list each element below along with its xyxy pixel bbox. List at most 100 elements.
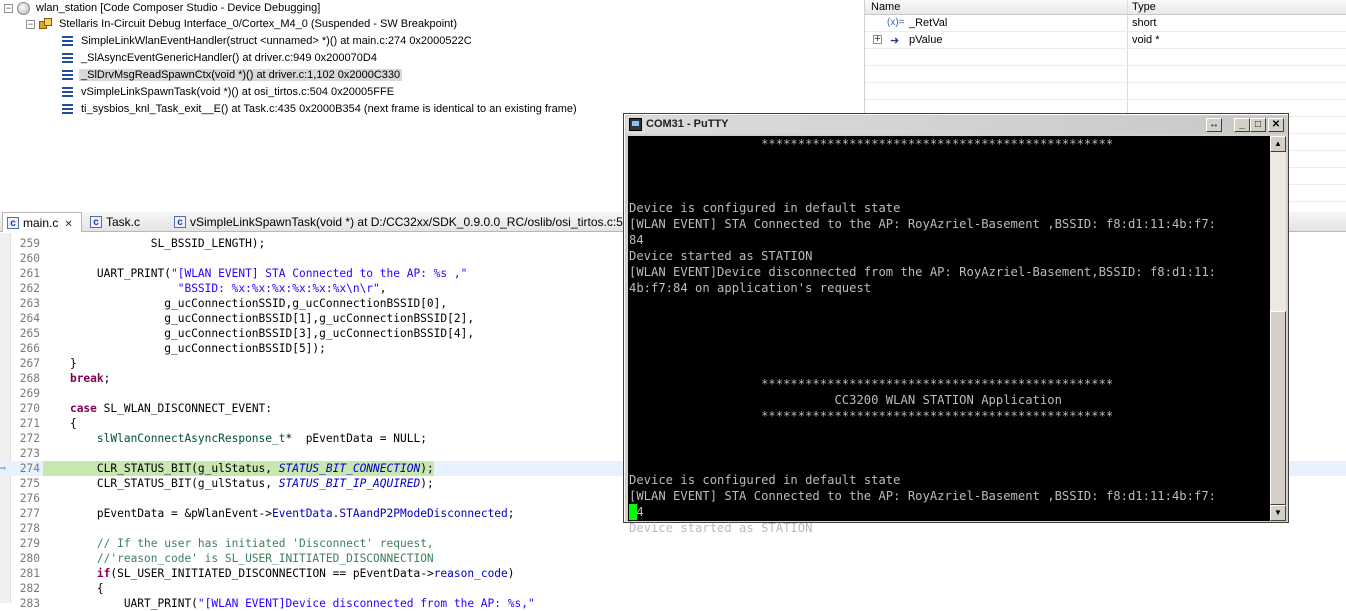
variable-type: void *: [1132, 34, 1160, 46]
terminal-line: 84: [629, 233, 644, 247]
code-text: if(SL_USER_INITIATED_DISCONNECTION == pE…: [96, 567, 515, 580]
stack-frame-label: vSimpleLinkSpawnTask(void *)() at osi_ti…: [81, 86, 395, 98]
close-button[interactable]: ✕: [1268, 118, 1284, 132]
c-file-icon: c: [174, 216, 186, 228]
column-header-name[interactable]: Name: [871, 1, 900, 13]
minimize-button[interactable]: _: [1234, 118, 1250, 132]
stack-frame[interactable]: SimpleLinkWlanEventHandler(struct <unnam…: [62, 33, 474, 50]
line-number: 273: [19, 447, 40, 460]
expand-icon[interactable]: +: [873, 34, 882, 45]
code-text: {: [43, 582, 104, 595]
pointer-variable-icon: ➜: [890, 35, 900, 47]
scroll-down-icon[interactable]: ▼: [1270, 505, 1286, 521]
terminal-line: [WLAN EVENT] STA Connected to the AP: Ro…: [629, 217, 1216, 231]
terminal-cursor: [629, 504, 637, 520]
code-text: g_ucConnectionBSSID[3],g_ucConnectionBSS…: [43, 327, 475, 340]
terminal-screen[interactable]: ****************************************…: [628, 136, 1270, 535]
collapse-icon[interactable]: −: [26, 19, 35, 29]
code-line[interactable]: 280 //'reason_code' is SL_USER_INITIATED…: [0, 551, 1346, 566]
putty-title: COM31 - PuTTY: [646, 118, 729, 130]
code-line[interactable]: 281 if(SL_USER_INITIATED_DISCONNECTION =…: [0, 566, 1346, 581]
variable-type: short: [1132, 17, 1157, 29]
c-file-icon: c: [90, 216, 102, 228]
code-text: SL_BSSID_LENGTH);: [43, 237, 266, 250]
resize-button[interactable]: ↔: [1206, 118, 1222, 132]
local-variable-icon: (x)=: [887, 17, 905, 28]
debug-session-icon: [17, 1, 30, 15]
code-line[interactable]: 279 // If the user has initiated 'Discon…: [0, 536, 1346, 551]
thread-icon: [39, 18, 53, 30]
scrollbar-thumb[interactable]: [1270, 311, 1286, 505]
variable-row[interactable]: + ➜ pValue void *: [865, 32, 1346, 49]
putty-title-bar[interactable]: COM31 - PuTTY ↔ _ □ ✕: [626, 116, 1286, 134]
line-number: 279: [19, 537, 40, 550]
tab-main-c[interactable]: c main.c ✕: [2, 212, 82, 232]
line-number: 276: [19, 492, 40, 505]
terminal-line: [WLAN EVENT]Device disconnected from the…: [629, 265, 1216, 279]
variable-name: pValue: [909, 34, 943, 46]
code-text: UART_PRINT("[WLAN EVENT]Device disconnec…: [43, 597, 535, 610]
code-text: g_ucConnectionBSSID[1],g_ucConnectionBSS…: [43, 312, 475, 325]
collapse-icon[interactable]: −: [4, 3, 13, 13]
stack-frame-icon: [62, 87, 73, 98]
terminal-scrollbar[interactable]: ▲ ▼: [1270, 136, 1286, 521]
line-number: 278: [19, 522, 40, 535]
code-text: break;: [69, 372, 111, 385]
line-number: 268: [19, 372, 40, 385]
code-line[interactable]: 282 {: [0, 581, 1346, 596]
terminal-line: ****************************************…: [629, 409, 1114, 423]
code-text: }: [43, 357, 77, 370]
variable-row[interactable]: (x)= _RetVal short: [865, 15, 1346, 32]
line-number: 271: [19, 417, 40, 430]
putty-window: COM31 - PuTTY ↔ _ □ ✕ ******************…: [623, 113, 1289, 535]
tab-task-c[interactable]: c Task.c: [86, 212, 166, 232]
tab-label: vSimpleLinkSpawnTask(void *) at D:/CC32x…: [190, 215, 625, 229]
instruction-pointer-icon: ⇨: [0, 463, 7, 474]
stack-frame-label: ti_sysbios_knl_Task_exit__E() at Task.c:…: [81, 103, 577, 115]
variable-row-empty: [865, 83, 1346, 100]
maximize-button[interactable]: □: [1250, 118, 1266, 132]
code-text: {: [43, 417, 77, 430]
variable-row-empty: [865, 49, 1346, 66]
tab-label: main.c: [23, 216, 59, 230]
terminal-line: ****************************************…: [629, 377, 1114, 391]
variable-row-empty: [865, 66, 1346, 83]
stack-frame-selected[interactable]: _SlDrvMsgReadSpawnCtx(void *)() at drive…: [62, 67, 403, 84]
line-number: 259: [19, 237, 40, 250]
code-text: pEventData = &pWlanEvent->EventData.STAa…: [43, 507, 515, 520]
code-text: g_ucConnectionSSID,g_ucConnectionBSSID[0…: [43, 297, 448, 310]
code-text: case SL_WLAN_DISCONNECT_EVENT:: [69, 402, 273, 415]
code-text: //'reason_code' is SL_USER_INITIATED_DIS…: [96, 552, 434, 565]
debug-session-node[interactable]: − wlan_station [Code Composer Studio - De…: [4, 0, 322, 17]
line-number: 261: [19, 267, 40, 280]
tab-label: Task.c: [106, 215, 141, 229]
code-line[interactable]: 283 UART_PRINT("[WLAN EVENT]Device disco…: [0, 596, 1346, 611]
stack-frame-icon: [62, 53, 73, 64]
code-text: slWlanConnectAsyncResponse_t* pEventData…: [96, 432, 427, 445]
line-number: 275: [19, 477, 40, 490]
scroll-up-icon[interactable]: ▲: [1270, 136, 1286, 152]
stack-frame[interactable]: _SlAsyncEventGenericHandler() at driver.…: [62, 50, 379, 67]
tab-osi-tirtos[interactable]: c vSimpleLinkSpawnTask(void *) at D:/CC3…: [170, 212, 625, 232]
line-number: 269: [19, 387, 40, 400]
stack-frame[interactable]: ti_sysbios_knl_Task_exit__E() at Task.c:…: [62, 101, 579, 118]
variables-header: Name Type: [865, 0, 1346, 15]
code-text: UART_PRINT("[WLAN EVENT] STA Connected t…: [43, 267, 468, 280]
c-file-icon: c: [7, 217, 19, 229]
line-number: 263: [19, 297, 40, 310]
stack-frame-label: _SlDrvMsgReadSpawnCtx(void *)() at drive…: [79, 69, 403, 81]
line-number: 267: [19, 357, 40, 370]
terminal-line: Device is configured in default state: [629, 201, 901, 215]
stack-frame-icon: [62, 104, 73, 115]
column-header-type[interactable]: Type: [1132, 1, 1156, 13]
close-icon[interactable]: ✕: [64, 219, 72, 230]
line-number: 260: [19, 252, 40, 265]
thread-node[interactable]: − Stellaris In-Circuit Debug Interface_0/…: [26, 16, 459, 33]
terminal-line: 4b:f7:84 on application's request: [629, 281, 872, 295]
stack-frame[interactable]: vSimpleLinkSpawnTask(void *)() at osi_ti…: [62, 84, 396, 101]
debug-session-label: wlan_station [Code Composer Studio - Dev…: [36, 2, 321, 14]
line-number: 283: [19, 597, 40, 610]
stack-frame-label: SimpleLinkWlanEventHandler(struct <unnam…: [81, 35, 472, 47]
terminal-line: Device started as STATION: [629, 521, 813, 535]
putty-app-icon[interactable]: [629, 118, 642, 131]
